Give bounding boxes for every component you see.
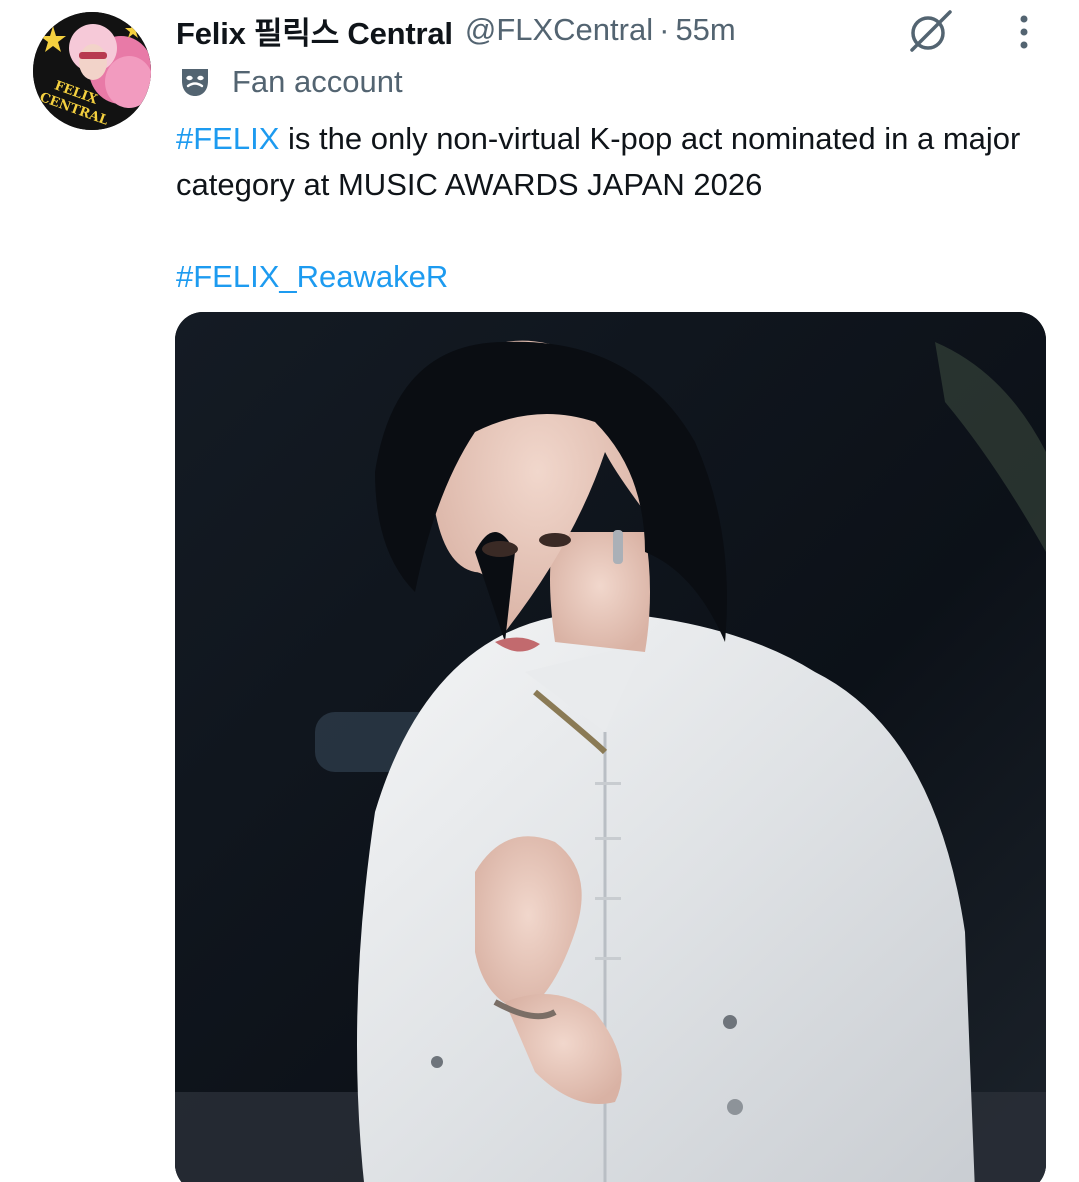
media-photo [175,312,1046,1182]
timestamp[interactable]: 55m [675,12,735,48]
theater-mask-icon [182,69,208,96]
avatar-image: FELIX CENTRAL [33,12,151,130]
avatar[interactable]: FELIX CENTRAL [33,12,151,130]
grok-icon[interactable] [904,8,956,54]
separator-dot: · [659,12,670,47]
tweet[interactable]: FELIX CENTRAL Felix 필릭스 Central @FLXCent… [0,0,1079,1182]
tweet-text: #FELIX is the only non-virtual K-pop act… [176,116,1056,300]
handle[interactable]: @FLXCentral [465,12,653,48]
tweet-header: Felix 필릭스 Central @FLXCentral · 55m [176,8,736,52]
account-label: Fan account [178,60,403,104]
display-name[interactable]: Felix 필릭스 Central [176,8,453,53]
hashtag-felix-reawaker[interactable]: #FELIX_ReawakeR [176,259,448,294]
more-icon[interactable] [1006,12,1042,52]
hashtag-felix[interactable]: #FELIX [176,121,279,156]
tweet-body: is the only non-virtual K-pop act nomina… [176,121,1021,202]
label-text: Fan account [232,64,403,99]
tweet-media[interactable] [175,312,1046,1182]
